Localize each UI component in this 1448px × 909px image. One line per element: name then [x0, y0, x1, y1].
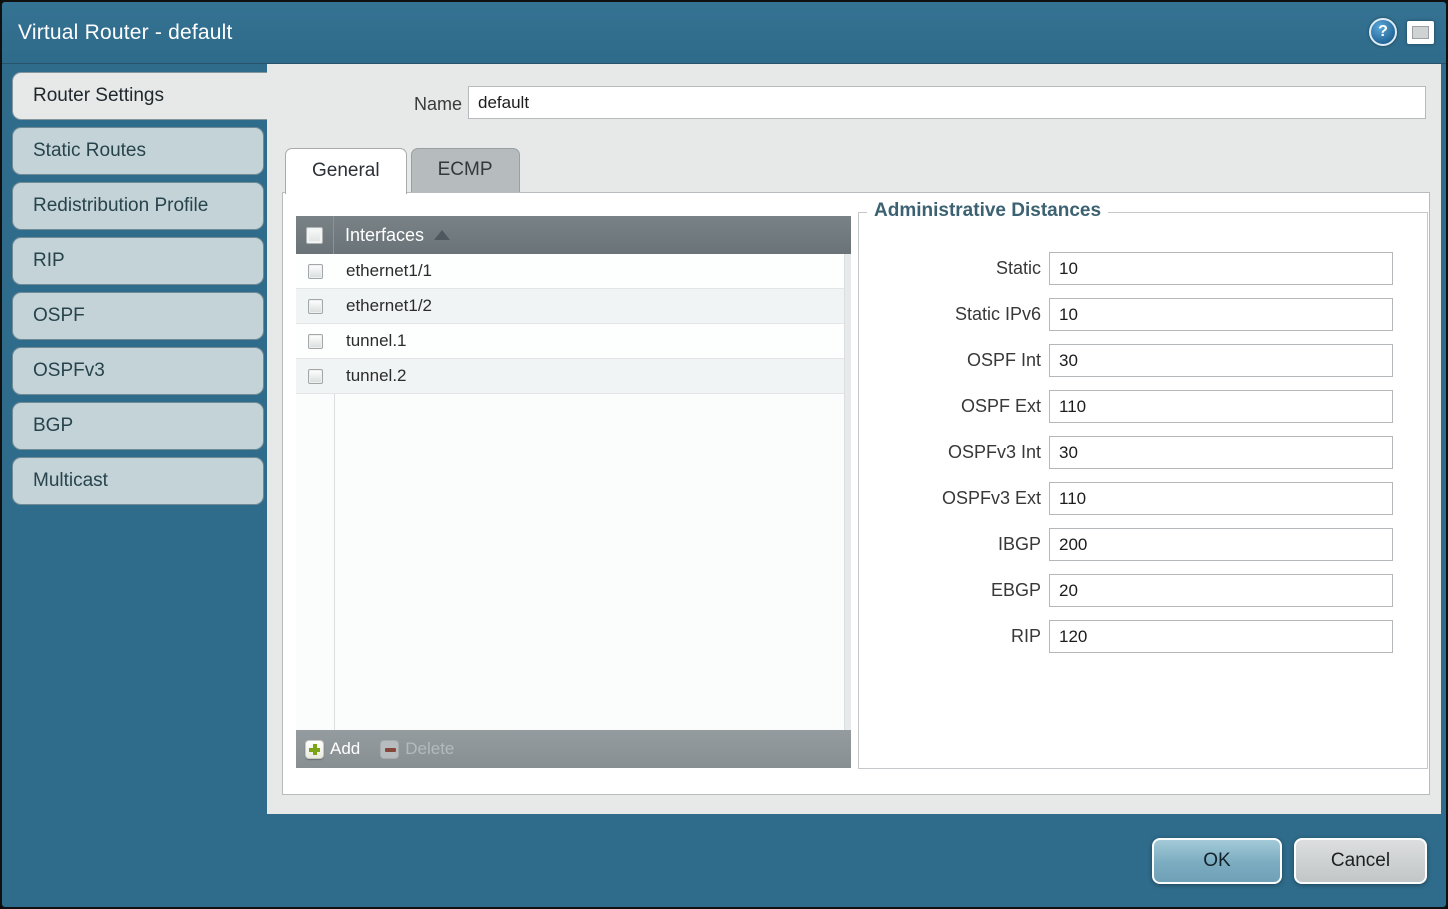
- general-tab-panel: Interfaces ethernet1/1 ethernet1/2 tunnel.…: [282, 192, 1430, 795]
- row-checkbox[interactable]: [308, 334, 323, 349]
- admin-distance-row-static-ipv6: Static IPv6: [859, 298, 1427, 331]
- header-checkbox-cell: [296, 216, 334, 254]
- admin-distance-row-rip: RIP: [859, 620, 1427, 653]
- select-all-checkbox[interactable]: [306, 227, 323, 244]
- ospfv3-ext-label: OSPFv3 Ext: [859, 488, 1049, 509]
- ospfv3-int-input[interactable]: [1049, 436, 1393, 469]
- ok-button[interactable]: OK: [1152, 838, 1282, 884]
- add-button-label: Add: [330, 739, 360, 759]
- ospf-int-label: OSPF Int: [859, 350, 1049, 371]
- titlebar-icons: ?: [1369, 18, 1434, 46]
- ibgp-label: IBGP: [859, 534, 1049, 555]
- ospfv3-ext-input[interactable]: [1049, 482, 1393, 515]
- sidebar-item-bgp[interactable]: BGP: [12, 402, 264, 450]
- sidebar-item-redistribution-profile[interactable]: Redistribution Profile: [12, 182, 264, 230]
- static-ipv6-label: Static IPv6: [859, 304, 1049, 325]
- interfaces-table-body: ethernet1/1 ethernet1/2 tunnel.1 tunnel.2: [296, 254, 851, 730]
- sidebar: Router Settings Static Routes Redistributi…: [12, 72, 268, 512]
- name-label: Name: [267, 94, 462, 115]
- rip-label: RIP: [859, 626, 1049, 647]
- row-checkbox-cell: [296, 264, 334, 279]
- ospf-int-input[interactable]: [1049, 344, 1393, 377]
- interface-name: ethernet1/1: [346, 261, 432, 281]
- sidebar-item-router-settings[interactable]: Router Settings: [12, 72, 268, 120]
- admin-distance-row-static: Static: [859, 252, 1427, 285]
- ebgp-input[interactable]: [1049, 574, 1393, 607]
- interface-name: tunnel.1: [346, 331, 407, 351]
- admin-distance-row-ibgp: IBGP: [859, 528, 1427, 561]
- sidebar-item-ospf[interactable]: OSPF: [12, 292, 264, 340]
- minus-icon: [380, 740, 399, 759]
- cancel-button[interactable]: Cancel: [1294, 838, 1427, 884]
- interface-row-ethernet1-2[interactable]: ethernet1/2: [296, 289, 851, 324]
- ospf-ext-label: OSPF Ext: [859, 396, 1049, 417]
- admin-distance-row-ebgp: EBGP: [859, 574, 1427, 607]
- row-checkbox[interactable]: [308, 369, 323, 384]
- dialog-titlebar: Virtual Router - default ?: [2, 2, 1446, 64]
- ospf-ext-input[interactable]: [1049, 390, 1393, 423]
- vertical-scrollbar[interactable]: [844, 254, 851, 730]
- admin-distance-row-ospf-ext: OSPF Ext: [859, 390, 1427, 423]
- tab-general[interactable]: General: [285, 148, 407, 194]
- plus-icon: [305, 740, 324, 759]
- interface-name: tunnel.2: [346, 366, 407, 386]
- interfaces-table-toolbar: Add Delete: [296, 730, 851, 768]
- name-input[interactable]: [468, 86, 1426, 119]
- admin-distance-row-ospfv3-int: OSPFv3 Int: [859, 436, 1427, 469]
- dialog-title: Virtual Router - default: [18, 21, 233, 45]
- delete-button-label: Delete: [405, 739, 454, 759]
- add-button[interactable]: Add: [305, 739, 360, 759]
- sidebar-item-rip[interactable]: RIP: [12, 237, 264, 285]
- sort-ascending-icon: [434, 230, 450, 240]
- ibgp-input[interactable]: [1049, 528, 1393, 561]
- interface-row-tunnel-1[interactable]: tunnel.1: [296, 324, 851, 359]
- interface-row-tunnel-2[interactable]: tunnel.2: [296, 359, 851, 394]
- admin-distance-row-ospf-int: OSPF Int: [859, 344, 1427, 377]
- tab-ecmp[interactable]: ECMP: [411, 148, 520, 192]
- window-restore-icon[interactable]: [1407, 21, 1434, 44]
- interface-row-ethernet1-1[interactable]: ethernet1/1: [296, 254, 851, 289]
- interface-name: ethernet1/2: [346, 296, 432, 316]
- sidebar-item-multicast[interactable]: Multicast: [12, 457, 264, 505]
- administrative-distances-legend: Administrative Distances: [867, 200, 1108, 222]
- static-input[interactable]: [1049, 252, 1393, 285]
- interfaces-table: Interfaces ethernet1/1 ethernet1/2 tunnel.…: [296, 216, 851, 768]
- static-ipv6-input[interactable]: [1049, 298, 1393, 331]
- row-checkbox[interactable]: [308, 299, 323, 314]
- help-icon[interactable]: ?: [1369, 18, 1397, 46]
- rip-input[interactable]: [1049, 620, 1393, 653]
- tab-strip: GeneralECMP: [285, 148, 520, 194]
- content-panel: Name GeneralECMP Interfaces ethernet1/1e…: [267, 64, 1441, 814]
- static-label: Static: [859, 258, 1049, 279]
- ospfv3-int-label: OSPFv3 Int: [859, 442, 1049, 463]
- ebgp-label: EBGP: [859, 580, 1049, 601]
- interfaces-table-header: Interfaces: [296, 216, 851, 254]
- sidebar-item-static-routes[interactable]: Static Routes: [12, 127, 264, 175]
- interfaces-column-header[interactable]: Interfaces: [345, 225, 424, 246]
- virtual-router-dialog: Virtual Router - default ? Router Settin…: [0, 0, 1448, 909]
- administrative-distances-fieldset: Administrative Distances StaticStatic IP…: [858, 212, 1428, 769]
- sidebar-item-ospfv3[interactable]: OSPFv3: [12, 347, 264, 395]
- row-checkbox-cell: [296, 334, 334, 349]
- row-checkbox-cell: [296, 369, 334, 384]
- row-checkbox-cell: [296, 299, 334, 314]
- delete-button[interactable]: Delete: [380, 739, 454, 759]
- admin-distance-row-ospfv3-ext: OSPFv3 Ext: [859, 482, 1427, 515]
- row-checkbox[interactable]: [308, 264, 323, 279]
